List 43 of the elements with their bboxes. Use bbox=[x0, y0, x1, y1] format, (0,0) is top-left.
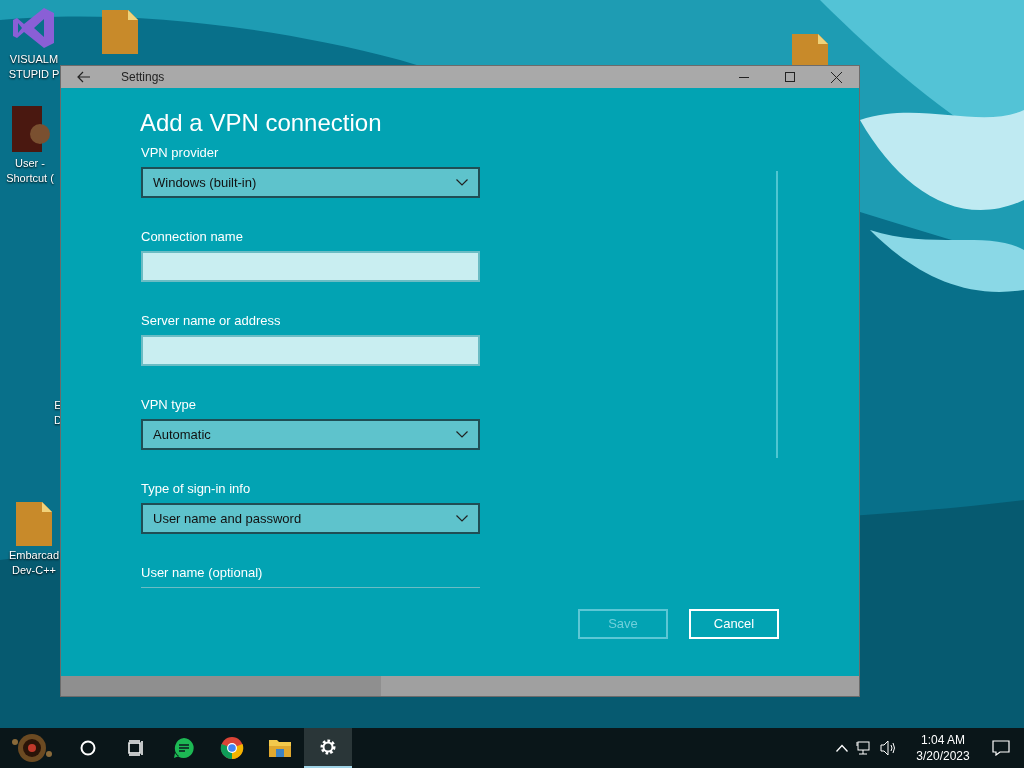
document-icon bbox=[100, 8, 140, 56]
task-view-icon[interactable] bbox=[127, 740, 145, 756]
chevron-down-icon[interactable] bbox=[456, 431, 468, 438]
field-label: VPN type bbox=[141, 396, 197, 414]
input-field[interactable] bbox=[141, 335, 480, 366]
clock-badge-icon[interactable] bbox=[10, 732, 54, 764]
icon-label: Shortcut ( bbox=[6, 171, 54, 186]
dropdown[interactable]: Automatic bbox=[141, 419, 480, 450]
document-icon bbox=[14, 500, 54, 548]
page-heading: Add a VPN connection bbox=[140, 108, 383, 138]
field-label: VPN provider bbox=[141, 144, 220, 162]
dropdown[interactable]: Windows (built-in) bbox=[141, 167, 480, 198]
minimize-icon[interactable] bbox=[739, 76, 749, 78]
maximize-icon[interactable] bbox=[785, 72, 795, 82]
icon-label: STUPID P bbox=[8, 67, 60, 82]
icon-label: Dev-C++ bbox=[12, 563, 56, 578]
taskbar-button[interactable] bbox=[304, 728, 352, 768]
circle-icon[interactable] bbox=[80, 740, 96, 756]
field-label: User name (optional) bbox=[141, 564, 264, 582]
input-field[interactable] bbox=[141, 251, 480, 282]
clock-time[interactable]: 1:04 AM bbox=[921, 732, 965, 748]
close-icon[interactable] bbox=[830, 71, 842, 83]
speech-bubble-icon[interactable] bbox=[992, 740, 1010, 756]
icon-label: E bbox=[54, 398, 62, 413]
clock-date[interactable]: 3/20/2023 bbox=[916, 748, 970, 764]
notes-icon[interactable] bbox=[173, 737, 195, 759]
field-label: Server name or address bbox=[141, 312, 282, 330]
chevron-down-icon[interactable] bbox=[456, 515, 468, 522]
window-title: Settings bbox=[121, 69, 165, 86]
chrome-icon[interactable] bbox=[220, 736, 244, 760]
settings-icon[interactable] bbox=[318, 737, 338, 757]
dropdown[interactable]: User name and password bbox=[141, 503, 480, 534]
icon-label: VISUALM bbox=[9, 52, 59, 67]
folder-icon[interactable] bbox=[268, 738, 292, 758]
icon-label: Embarcad bbox=[8, 548, 60, 563]
field-label: Connection name bbox=[141, 228, 244, 246]
network-icon[interactable] bbox=[856, 740, 872, 756]
chevron-up-icon[interactable] bbox=[836, 744, 848, 752]
field-label: Type of sign-in info bbox=[141, 480, 252, 498]
back-arrow-icon[interactable] bbox=[77, 71, 91, 83]
icon-label: User - bbox=[15, 156, 45, 171]
chevron-down-icon[interactable] bbox=[456, 179, 468, 186]
speaker-icon[interactable] bbox=[880, 740, 898, 756]
